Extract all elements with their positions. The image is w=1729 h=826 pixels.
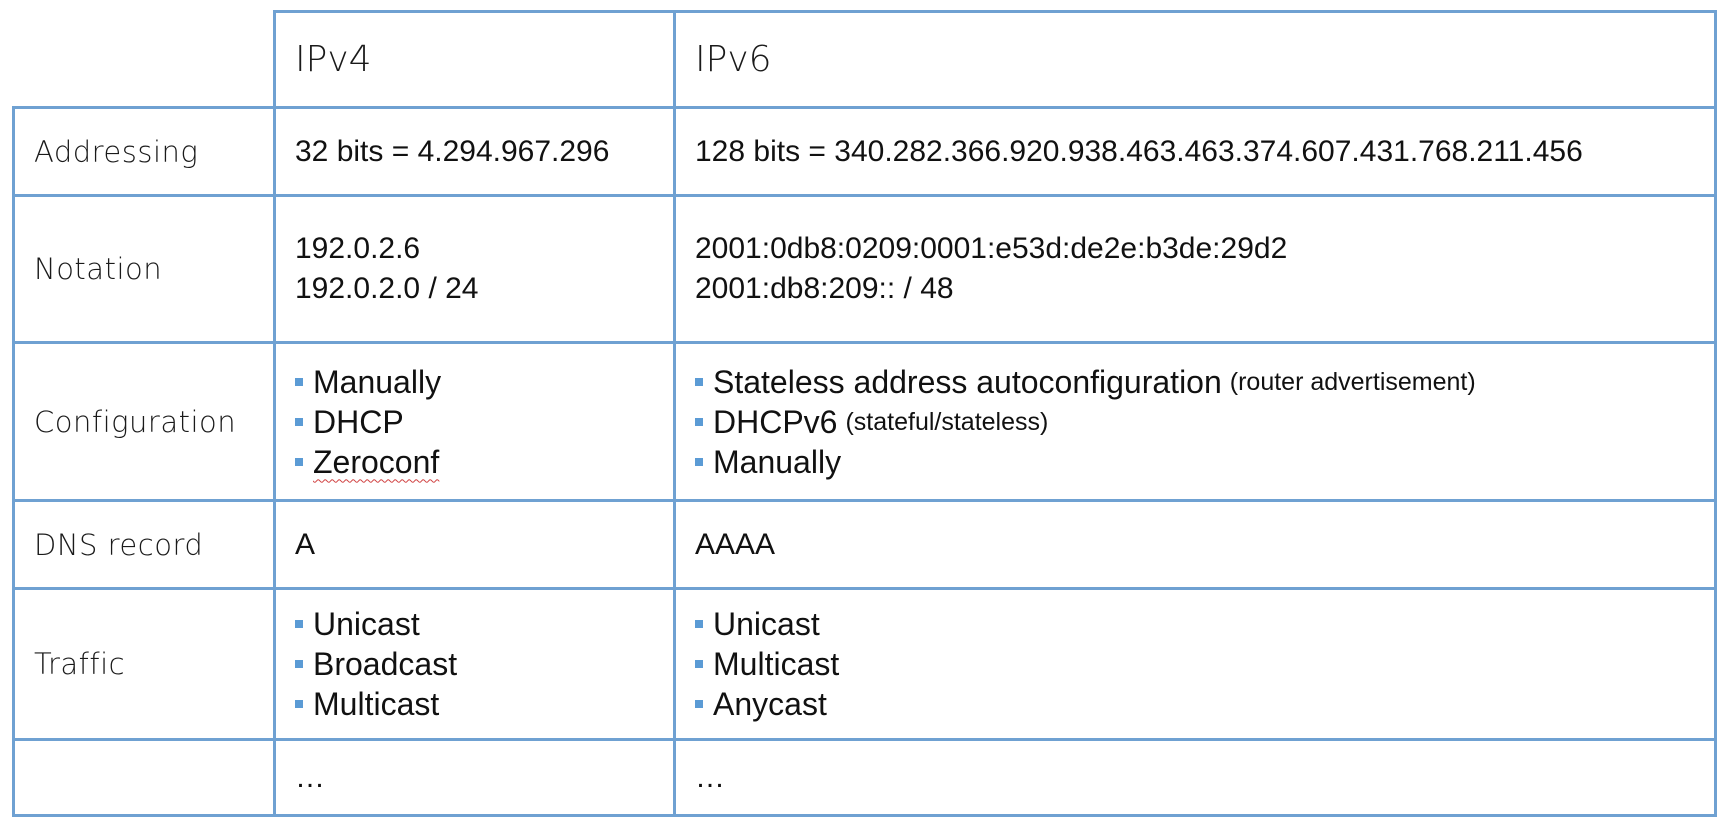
bullet-icon [295,377,303,386]
row-label-addressing: Addressing [12,106,276,197]
bullet-icon [295,660,303,668]
bullet-icon [695,377,703,386]
configuration-ipv6-list: Stateless address autoconfiguration (rout… [695,362,1476,482]
notation-ipv4-prefix: 192.0.2.0 / 24 [295,272,479,305]
bullet-icon [695,417,703,426]
list-item-text: Unicast [713,606,820,642]
notation-ipv4-address: 192.0.2.6 [295,232,421,265]
bullet-icon [695,620,703,628]
row-label-text: Traffic [34,647,126,681]
list-item-note: (stateful/stateless) [845,407,1049,436]
list-item: DHCPv6 (stateful/stateless) [695,402,1476,442]
list-item: Multicast [295,684,457,724]
list-item: Multicast [695,644,839,684]
bullet-icon [695,457,703,466]
list-item-text: Zeroconf [313,443,440,480]
addressing-ipv6-text: 128 bits = 340.282.366.920.938.463.463.3… [695,134,1583,168]
list-item-text: Multicast [713,646,840,682]
list-item-note: (router advertisement) [1229,367,1476,396]
list-item: Manually [695,442,1476,482]
header-ipv6: IPv6 [673,10,1717,109]
dns-ipv4: A [273,499,676,590]
ellipsis-text: … [695,760,725,794]
bullet-icon [295,417,303,426]
list-item: Unicast [695,604,839,644]
row-label-dns: DNS record [12,499,276,590]
bullet-icon [295,620,303,628]
notation-ipv4: 192.0.2.6 192.0.2.0 / 24 [273,194,676,344]
list-item-text: Stateless address autoconfiguration [713,363,1222,400]
list-item-text: Broadcast [313,646,458,682]
traffic-ipv6-list: Unicast Multicast Anycast [695,604,839,724]
traffic-ipv4: Unicast Broadcast Multicast [273,587,676,741]
header-ipv4-label: IPv4 [295,39,372,80]
bullet-icon [295,700,303,708]
configuration-ipv4-list: Manually DHCP Zeroconf [295,362,441,482]
bullet-icon [295,457,303,466]
configuration-ipv4: Manually DHCP Zeroconf [273,341,676,502]
row-label-text: Notation [34,252,163,286]
list-item: Manually [295,362,441,402]
bullet-icon [695,660,703,668]
row-label-more [12,738,276,817]
traffic-ipv4-list: Unicast Broadcast Multicast [295,604,457,724]
list-item: DHCP [295,402,441,442]
configuration-ipv6: Stateless address autoconfiguration (rout… [673,341,1717,502]
list-item-text: Manually [713,443,842,480]
notation-ipv6-address: 2001:0db8:0209:0001:e53d:de2e:b3de:29d2 [695,232,1288,265]
row-label-text: Configuration [34,404,237,439]
list-item-text: Unicast [313,606,420,642]
list-item: Broadcast [295,644,457,684]
addressing-ipv4-text: 32 bits = 4.294.967.296 [295,134,610,168]
header-ipv6-label: IPv6 [695,39,772,80]
addressing-ipv4: 32 bits = 4.294.967.296 [273,106,676,197]
more-ipv4: … [273,738,676,817]
list-item-text: Manually [313,363,442,400]
dns-ipv4-text: A [295,527,316,561]
traffic-ipv6: Unicast Multicast Anycast [673,587,1717,741]
list-item: Unicast [295,604,457,644]
row-label-notation: Notation [12,194,276,344]
list-item: Stateless address autoconfiguration (rout… [695,362,1476,402]
addressing-ipv6: 128 bits = 340.282.366.920.938.463.463.3… [673,106,1717,197]
bullet-icon [695,700,703,708]
header-ipv4: IPv4 [273,10,676,109]
list-item-text: DHCPv6 [713,403,838,440]
row-label-text: Addressing [34,134,199,169]
ellipsis-text: … [295,760,325,794]
dns-ipv6: AAAA [673,499,1717,590]
list-item-text: Anycast [713,686,827,722]
row-label-configuration: Configuration [12,341,276,502]
row-label-traffic: Traffic [12,587,276,741]
more-ipv6: … [673,738,1717,817]
dns-ipv6-text: AAAA [695,527,776,561]
notation-ipv6: 2001:0db8:0209:0001:e53d:de2e:b3de:29d2 … [673,194,1717,344]
notation-ipv6-prefix: 2001:db8:209:: / 48 [695,272,954,305]
list-item-text: Multicast [313,686,440,722]
list-item: Zeroconf [295,442,441,482]
row-label-text: DNS record [34,527,204,562]
list-item-text: DHCP [313,403,404,440]
list-item: Anycast [695,684,839,724]
